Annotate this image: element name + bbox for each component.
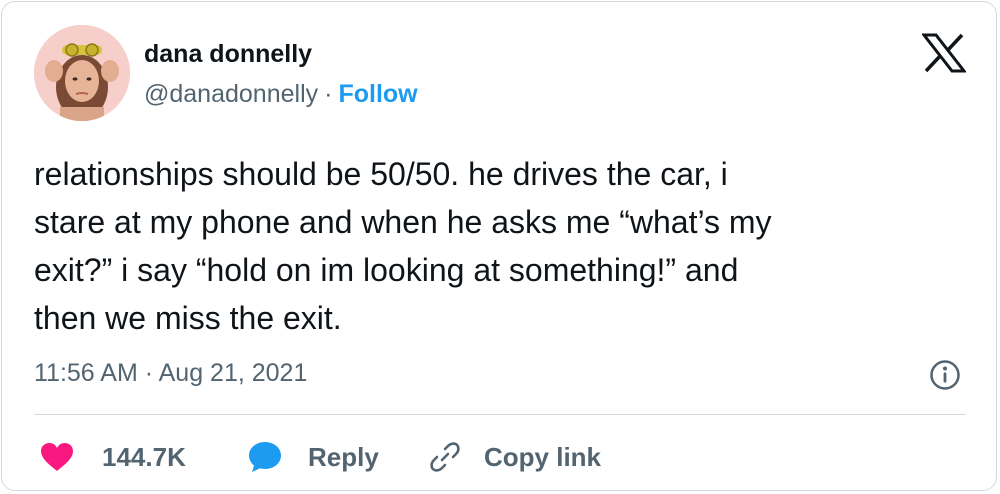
author-handle-row: @danadonnelly · Follow [144,80,418,109]
author-name[interactable]: dana donnelly [144,40,312,69]
copy-link-label: Copy link [484,441,602,472]
info-icon[interactable] [929,359,961,391]
handle-separator: · [324,80,333,108]
reply-label: Reply [308,441,379,472]
link-icon [430,442,460,472]
x-logo-icon[interactable] [920,33,968,73]
timestamp-link[interactable]: 11:56 AM · Aug 21, 2021 [34,359,307,388]
tweet-text: relationships should be 50/50. he drives… [34,156,772,336]
author-handle[interactable]: @danadonnelly [144,80,318,108]
avatar[interactable] [34,25,130,121]
like-button[interactable]: 144.7K [40,437,186,477]
speech-bubble-icon [249,442,281,472]
reply-button[interactable]: Reply [248,437,379,477]
heart-icon [41,443,73,471]
divider [34,414,966,415]
like-count: 144.7K [102,441,186,472]
avatar-image [34,25,130,121]
copy-link-button[interactable]: Copy link [428,437,601,477]
follow-link[interactable]: Follow [338,80,417,108]
